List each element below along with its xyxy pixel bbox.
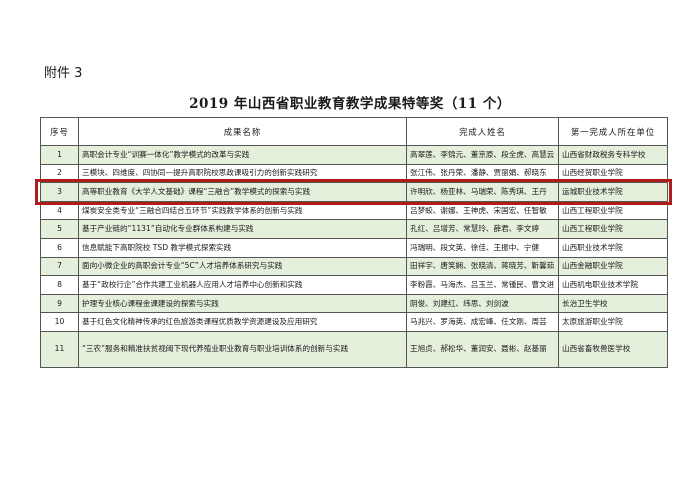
row-people: 张江伟、张丹荣、潘静、贾丽娟、郝晓东: [406, 163, 559, 184]
row-org: 山西经贸职业学院: [558, 163, 668, 184]
row-achievement: 煤炭安全类专业“三融合四结合五环节”实践教学体系的创新与实践: [78, 200, 407, 221]
row-achievement: 基于产业链的“1131”自动化专业群体系构建与实践: [78, 219, 407, 239]
row-no: 7: [40, 256, 79, 277]
row-achievement: 基于“政校行企”合作共建工业机器人应用人才培养中心创新和实践: [78, 275, 407, 295]
row-no: 11: [40, 330, 79, 368]
document-title: 2019 年山西省职业教育教学成果特等奖（11 个）: [189, 96, 511, 112]
row-no: 3: [40, 182, 79, 202]
row-achievement: “三农”服务和精准扶贫视阈下现代养殖业职业教育与职业培训体系的创新与实践: [78, 330, 407, 368]
row-people: 冯瑞明、段文英、徐佳、王振中、宁健: [406, 237, 559, 258]
row-people: 田祥宇、唐笑娴、张晓清、蒋晓芳、靳馨茹: [406, 256, 559, 277]
row-people: 许明欣、杨亚林、马瑞荣、陈秀琪、王丹: [406, 182, 559, 202]
row-org: 太原旅游职业学院: [558, 312, 668, 332]
row-achievement: 信息赋能下高职院校 TSD 教学模式探索实践: [78, 237, 407, 258]
awards-table: 序号 成果名称 完成人姓名 第一完成人所在单位 1 高职会计专业“训赛一体化”教…: [40, 117, 668, 368]
row-no: 10: [40, 312, 79, 332]
table-row: 2 三模块、四维度、四协同—提升高职院校思政课吸引力的创新实践研究 张江伟、张丹…: [40, 163, 668, 184]
row-achievement: 面向小微企业的高职会计专业“5C”人才培养体系研究与实践: [78, 256, 407, 277]
row-no: 4: [40, 200, 79, 221]
table-header-row: 序号 成果名称 完成人姓名 第一完成人所在单位: [40, 117, 668, 146]
row-org: 山西金融职业学院: [558, 256, 668, 277]
row-org: 山西省财政税务专科学校: [558, 145, 668, 165]
table-row: 6 信息赋能下高职院校 TSD 教学模式探索实践 冯瑞明、段文英、徐佳、王振中、…: [40, 237, 668, 258]
header-no: 序号: [40, 117, 79, 146]
row-achievement: 基于红色文化精神传承的红色旅游类课程优质教学资源建设及应用研究: [78, 312, 407, 332]
table-row: 1 高职会计专业“训赛一体化”教学模式的改革与实践 高翠莲、李锦元、董京原、段全…: [40, 145, 668, 165]
row-achievement: 高职会计专业“训赛一体化”教学模式的改革与实践: [78, 145, 407, 165]
row-no: 1: [40, 145, 79, 165]
row-achievement: 三模块、四维度、四协同—提升高职院校思政课吸引力的创新实践研究: [78, 163, 407, 184]
row-org: 山西省畜牧兽医学校: [558, 330, 668, 368]
row-no: 9: [40, 293, 79, 314]
table-row: 4 煤炭安全类专业“三融合四结合五环节”实践教学体系的创新与实践 吕梦蛟、谢娜、…: [40, 200, 668, 221]
row-achievement: 高等职业教育《大学人文基础》课程“三融合”教学模式的探索与实践: [78, 182, 407, 202]
header-people: 完成人姓名: [406, 117, 559, 146]
row-people: 吕梦蛟、谢娜、王神虎、宋国宏、任智敏: [406, 200, 559, 221]
table-row: 8 基于“政校行企”合作共建工业机器人应用人才培养中心创新和实践 李粉霞、马海杰…: [40, 275, 668, 295]
header-name: 成果名称: [78, 117, 407, 146]
row-people: 孔红、吕增芳、常慧玲、薛君、李文婷: [406, 219, 559, 239]
row-no: 5: [40, 219, 79, 239]
table-row: 7 面向小微企业的高职会计专业“5C”人才培养体系研究与实践 田祥宇、唐笑娴、张…: [40, 256, 668, 277]
row-no: 8: [40, 275, 79, 295]
row-people: 阴俊、刘建红、纬思、刘剑波: [406, 293, 559, 314]
row-no: 2: [40, 163, 79, 184]
table-row: 3 高等职业教育《大学人文基础》课程“三融合”教学模式的探索与实践 许明欣、杨亚…: [40, 182, 668, 202]
table-row: 10 基于红色文化精神传承的红色旅游类课程优质教学资源建设及应用研究 马兆兴、罗…: [40, 312, 668, 332]
table-row: 5 基于产业链的“1131”自动化专业群体系构建与实践 孔红、吕增芳、常慧玲、薛…: [40, 219, 668, 239]
header-org: 第一完成人所在单位: [558, 117, 668, 146]
table-row: 11 “三农”服务和精准扶贫视阈下现代养殖业职业教育与职业培训体系的创新与实践 …: [40, 330, 668, 368]
row-people: 王旭贞、郝松华、董润安、聂彬、赵基丽: [406, 330, 559, 368]
attachment-label: 附件 3: [44, 66, 83, 81]
row-org: 山西职业技术学院: [558, 237, 668, 258]
row-people: 马兆兴、罗海英、成宏峰、任文刚、周芸: [406, 312, 559, 332]
row-org: 山西工程职业学院: [558, 200, 668, 221]
row-people: 李粉霞、马海杰、吕玉兰、常锺民、曹文进: [406, 275, 559, 295]
row-achievement: 护理专业核心课程金课建设的探索与实践: [78, 293, 407, 314]
row-no: 6: [40, 237, 79, 258]
row-org: 山西机电职业技术学院: [558, 275, 668, 295]
row-people: 高翠莲、李锦元、董京原、段全虎、高慧云: [406, 145, 559, 165]
row-org: 长治卫生学校: [558, 293, 668, 314]
row-org: 山西工程职业学院: [558, 219, 668, 239]
row-org: 运城职业技术学院: [558, 182, 668, 202]
table-row: 9 护理专业核心课程金课建设的探索与实践 阴俊、刘建红、纬思、刘剑波 长治卫生学…: [40, 293, 668, 314]
